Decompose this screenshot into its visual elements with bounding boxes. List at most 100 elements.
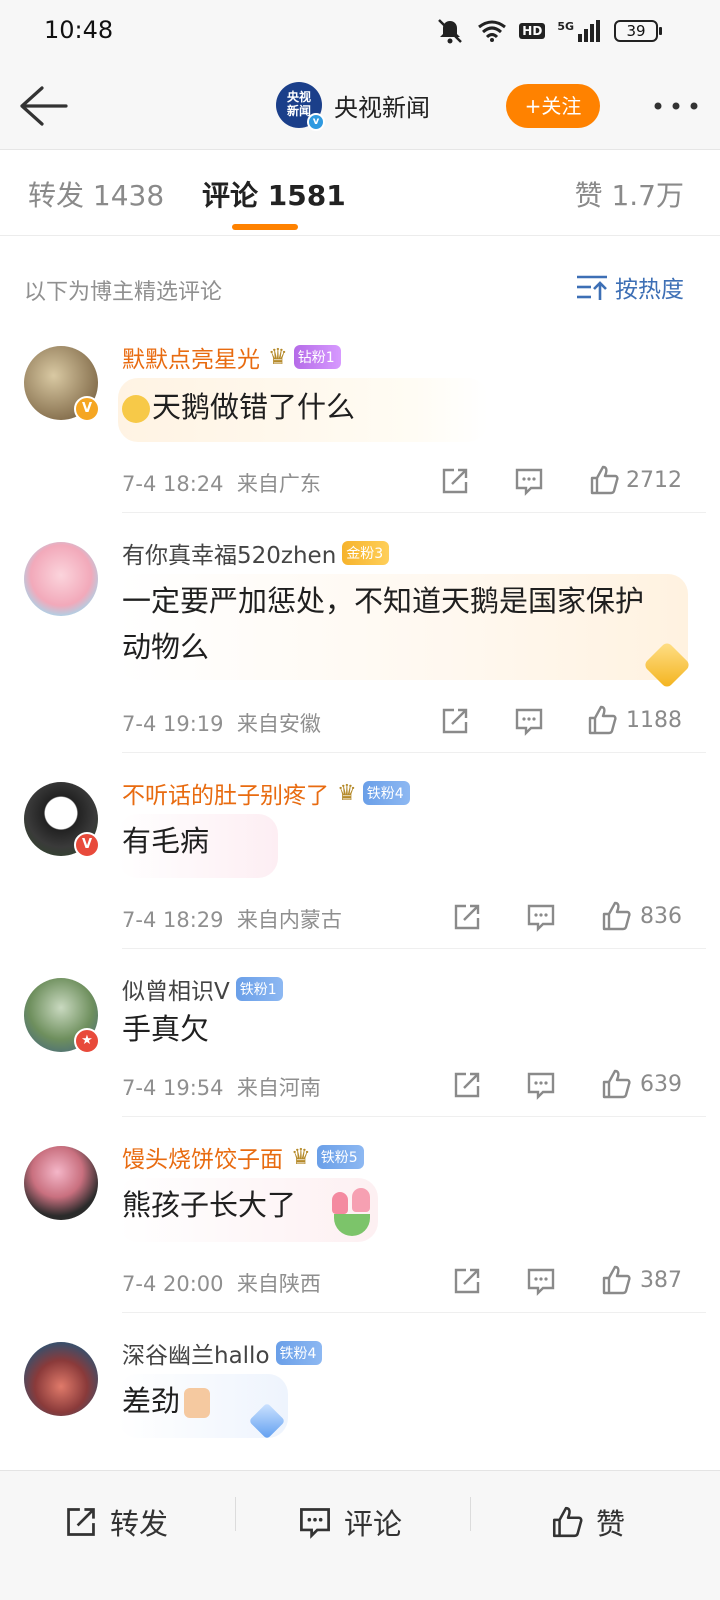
username-text: 默默点亮星光: [122, 347, 260, 373]
comment-text: 有毛病: [122, 824, 210, 858]
avatar[interactable]: ★: [24, 978, 100, 1054]
share-icon[interactable]: [452, 902, 482, 932]
fan-badge: 金粉3: [342, 541, 390, 565]
more-dots-icon[interactable]: [648, 84, 704, 128]
back-button[interactable]: [18, 82, 70, 130]
tab-repost[interactable]: 转发 1438: [28, 174, 164, 214]
share-icon[interactable]: [452, 1266, 482, 1296]
comment-text: 差劲: [122, 1378, 211, 1424]
tulip-icon: [326, 1188, 376, 1238]
fan-badge: 铁粉4: [362, 781, 410, 805]
comment-text: 手真欠: [122, 1012, 210, 1046]
crown-icon: ♛: [337, 780, 357, 806]
comment-item: ★ 似曾相识V 铁粉1 手真欠 7-4 19:54 来自河南 639: [0, 972, 720, 1117]
divider: [122, 948, 706, 949]
comment-item: 馒头烧饼饺子面 ♛ 铁粉5 熊孩子长大了 7-4 20:00 来自陕西 387: [0, 1140, 720, 1313]
share-icon[interactable]: [440, 466, 470, 496]
comment-username[interactable]: 馒头烧饼饺子面 ♛ 铁粉5: [122, 1140, 364, 1174]
avatar[interactable]: [24, 542, 98, 616]
comment-time: 7-4 18:29: [122, 908, 224, 932]
crown-icon: ♛: [268, 344, 288, 370]
reply-icon[interactable]: [526, 902, 556, 932]
thumbs-down-icon: [184, 1388, 211, 1418]
account-header[interactable]: 央视新闻 v 央视新闻: [276, 82, 430, 131]
tab-comment[interactable]: 评论 1581: [202, 174, 346, 214]
thinking-emoji-icon: [122, 395, 150, 423]
comment-time: 7-4 20:00: [122, 1272, 224, 1296]
avatar[interactable]: [24, 1146, 98, 1220]
like-count: 1188: [626, 708, 682, 733]
like-icon[interactable]: [600, 900, 632, 932]
5g-label: 5G: [557, 20, 574, 33]
separator: [470, 1497, 471, 1531]
like-count: 387: [640, 1268, 682, 1293]
divider: [122, 1116, 706, 1117]
comment-location: 来自安徽: [236, 712, 321, 736]
selected-comments-note: 以下为博主精选评论: [24, 280, 223, 305]
comment-text: 熊孩子长大了: [122, 1188, 297, 1222]
share-icon[interactable]: [452, 1070, 482, 1100]
avatar[interactable]: V: [24, 782, 100, 858]
username-text: 馒头烧饼饺子面: [122, 1147, 283, 1173]
account-avatar[interactable]: 央视新闻 v: [276, 82, 325, 131]
reply-icon[interactable]: [526, 1070, 556, 1100]
bottom-like-button[interactable]: 赞: [550, 1501, 625, 1543]
fan-badge: 铁粉5: [316, 1145, 364, 1169]
comment-text: 一定要严加惩处，不知道天鹅是国家保护动物么: [122, 584, 645, 664]
verified-icon: v: [307, 113, 325, 131]
bottom-repost-button[interactable]: 转发: [64, 1501, 168, 1543]
sort-button[interactable]: 按热度: [575, 270, 684, 304]
comment-username[interactable]: 似曾相识V 铁粉1: [122, 972, 283, 1006]
fan-badge: 铁粉1: [235, 977, 283, 1001]
reply-icon[interactable]: [514, 706, 544, 736]
wifi-icon: [478, 20, 507, 42]
like-icon[interactable]: [588, 464, 620, 496]
comment-text: 天鹅做错了什么: [122, 384, 355, 430]
like-count: 836: [640, 904, 682, 929]
reply-icon[interactable]: [526, 1266, 556, 1296]
comment-meta: 7-4 20:00 来自陕西: [122, 1268, 321, 1298]
tab-like[interactable]: 赞 1.7万: [575, 174, 684, 214]
comment-meta: 7-4 18:29 来自内蒙古: [122, 904, 342, 934]
sort-label: 按热度: [615, 277, 684, 303]
comment-username[interactable]: 不听话的肚子别疼了 ♛ 铁粉4: [122, 776, 410, 810]
bottom-comment-button[interactable]: 评论: [298, 1501, 402, 1543]
status-time: 10:48: [44, 16, 114, 44]
comment-time: 7-4 19:19: [122, 712, 224, 736]
comment-item: 深谷幽兰hallo 铁粉4 差劲: [0, 1336, 720, 1470]
verified-badge-icon: V: [74, 832, 100, 858]
fan-badge-label: 铁粉4: [279, 1346, 317, 1362]
like-count: 2712: [626, 468, 682, 493]
comment-username[interactable]: 默默点亮星光 ♛ 钻粉1: [122, 340, 341, 374]
like-icon[interactable]: [586, 704, 618, 736]
account-name[interactable]: 央视新闻: [334, 88, 430, 123]
comment-location: 来自河南: [236, 1076, 321, 1100]
bottom-action-bar: 转发 评论 赞: [0, 1470, 720, 1600]
share-icon[interactable]: [440, 706, 470, 736]
fan-badge-label: 钻粉1: [297, 350, 335, 366]
fan-badge: 钻粉1: [293, 345, 341, 369]
hd-icon: HD: [519, 23, 546, 39]
like-icon[interactable]: [600, 1068, 632, 1100]
like-icon: [552, 1506, 583, 1538]
fan-badge-label: 铁粉5: [320, 1150, 358, 1166]
avatar[interactable]: V: [24, 346, 100, 422]
comment-item: 有你真幸福520zhen 金粉3 一定要严加惩处，不知道天鹅是国家保护动物么 7…: [0, 536, 720, 753]
active-tab-indicator: [232, 224, 298, 230]
username-text: 深谷幽兰hallo: [122, 1343, 270, 1369]
5g-signal-icon: 5G: [557, 20, 600, 42]
avatar[interactable]: [24, 1342, 98, 1416]
comment-username[interactable]: 有你真幸福520zhen 金粉3: [122, 536, 390, 570]
comment-location: 来自陕西: [236, 1272, 321, 1296]
like-icon[interactable]: [600, 1264, 632, 1296]
comment-username[interactable]: 深谷幽兰hallo 铁粉4: [122, 1336, 323, 1370]
comment-item: V 默默点亮星光 ♛ 钻粉1 天鹅做错了什么 7-4 18:24 来自广东 27…: [0, 340, 720, 513]
bottom-like-label: 赞: [596, 1507, 626, 1541]
comment-meta: 7-4 19:19 来自安徽: [122, 708, 321, 738]
sort-icon: [577, 275, 607, 300]
reply-icon[interactable]: [514, 466, 544, 496]
filter-bar: 以下为博主精选评论 按热度: [0, 236, 720, 336]
verified-badge-icon: V: [74, 396, 100, 422]
follow-button[interactable]: +关注: [506, 84, 600, 128]
reply-icon: [300, 1508, 330, 1539]
